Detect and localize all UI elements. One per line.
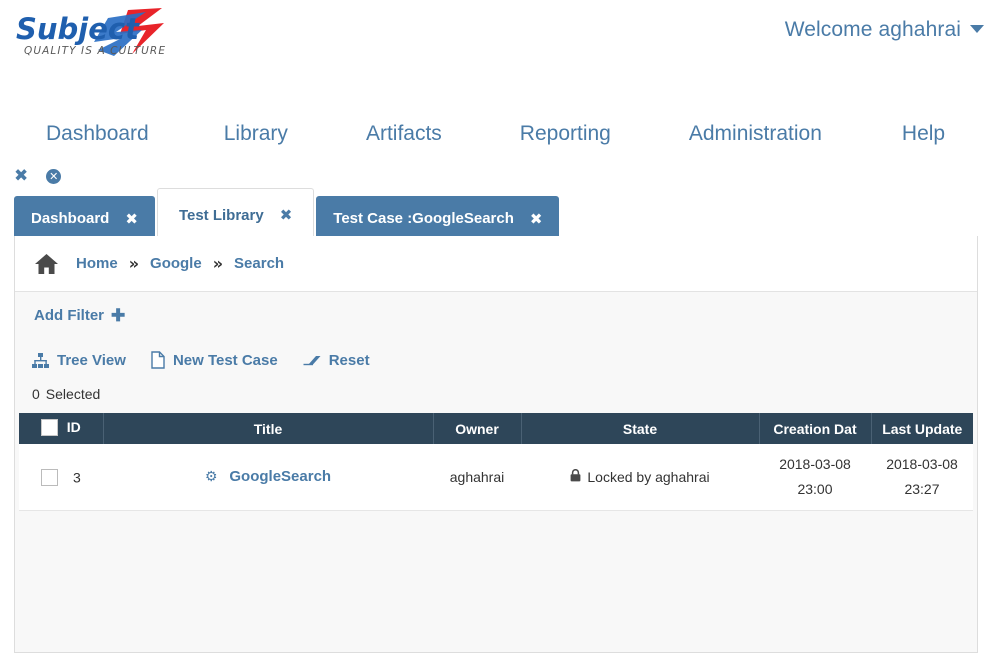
new-test-case-button[interactable]: New Test Case bbox=[151, 351, 278, 369]
row-id-value: 3 bbox=[73, 469, 81, 486]
selection-status: 0 Selected bbox=[15, 382, 977, 406]
tab-label: Dashboard bbox=[31, 210, 110, 227]
nav-item-artifacts[interactable]: Artifacts bbox=[366, 122, 442, 146]
tree-view-label: Tree View bbox=[57, 351, 126, 369]
nav-item-library[interactable]: Library bbox=[224, 122, 288, 146]
column-header-state[interactable]: State bbox=[521, 413, 760, 444]
test-case-table: ID Title Owner State Creation Dat Last U… bbox=[19, 413, 973, 511]
brand-wordmark: Subject bbox=[16, 12, 140, 46]
home-icon[interactable] bbox=[34, 253, 59, 275]
breadcrumb-item-search[interactable]: Search bbox=[234, 255, 284, 272]
new-test-case-label: New Test Case bbox=[172, 351, 278, 369]
tab-strip-tools: ✖ ✕ bbox=[14, 165, 62, 187]
column-header-title[interactable]: Title bbox=[103, 413, 434, 444]
main-navigation: Dashboard Library Artifacts Reporting Ad… bbox=[0, 105, 1000, 163]
breadcrumb: Home » Google » Search bbox=[15, 236, 977, 292]
tree-view-icon bbox=[32, 352, 49, 368]
close-other-tabs-icon[interactable]: ✕ bbox=[46, 168, 62, 184]
table-header-row: ID Title Owner State Creation Dat Last U… bbox=[19, 413, 973, 444]
tree-view-button[interactable]: Tree View bbox=[32, 352, 126, 369]
caret-down-icon bbox=[970, 25, 984, 33]
table-header: ID Title Owner State Creation Dat Last U… bbox=[19, 413, 973, 444]
column-header-creation-date[interactable]: Creation Dat bbox=[759, 413, 872, 444]
action-bar: Tree View New Test Case Reset bbox=[15, 338, 977, 382]
tab-dashboard[interactable]: Dashboard ✖ bbox=[14, 196, 155, 241]
creation-date-value: 2018-03-08 bbox=[779, 456, 851, 473]
last-update-date-value: 2018-03-08 bbox=[886, 456, 958, 473]
tab-label: Test Library bbox=[178, 206, 264, 224]
tab-test-library[interactable]: Test Library ✖ bbox=[156, 188, 315, 241]
plus-icon: ✚ bbox=[111, 305, 126, 325]
selected-count: 0 bbox=[32, 386, 40, 402]
tab-close-icon[interactable]: ✖ bbox=[280, 206, 293, 224]
tab-list: Dashboard ✖ Test Library ✖ Test Case :Go… bbox=[14, 188, 561, 241]
eraser-icon bbox=[303, 354, 321, 367]
test-case-link[interactable]: GoogleSearch bbox=[229, 468, 331, 485]
table-row[interactable]: 3 ⚙ GoogleSearch aghahrai Locked by agha… bbox=[19, 444, 973, 511]
row-select-checkbox[interactable] bbox=[41, 468, 59, 486]
close-all-tabs-icon[interactable]: ✖ bbox=[14, 167, 28, 185]
breadcrumb-item-google[interactable]: Google bbox=[150, 255, 202, 272]
select-all-checkbox[interactable] bbox=[40, 418, 58, 436]
table-body: 3 ⚙ GoogleSearch aghahrai Locked by agha… bbox=[19, 444, 973, 511]
welcome-label: Welcome aghahrai bbox=[784, 18, 961, 41]
filter-bar: Add Filter ✚ bbox=[15, 292, 977, 338]
tab-test-case-googlesearch[interactable]: Test Case :GoogleSearch ✖ bbox=[316, 196, 560, 241]
cell-owner: aghahrai bbox=[433, 444, 521, 511]
tab-close-icon[interactable]: ✖ bbox=[125, 210, 138, 228]
lock-icon bbox=[570, 468, 581, 485]
reset-label: Reset bbox=[328, 351, 370, 369]
selected-label: Selected bbox=[45, 386, 101, 402]
gear-icon[interactable]: ⚙ bbox=[205, 469, 218, 485]
page-header: Subject QUALITY IS A CULTURE Welcome agh… bbox=[0, 0, 1000, 105]
cell-creation-date: 2018-03-08 23:00 bbox=[759, 444, 871, 511]
last-update-time-value: 23:27 bbox=[904, 480, 940, 497]
creation-time-value: 23:00 bbox=[797, 480, 833, 497]
cell-title: ⚙ GoogleSearch bbox=[103, 444, 433, 511]
column-header-id-label: ID bbox=[66, 419, 81, 435]
breadcrumb-item-home[interactable]: Home bbox=[76, 255, 118, 272]
state-label: Locked by aghahrai bbox=[587, 468, 710, 485]
breadcrumb-separator-icon: » bbox=[212, 254, 224, 273]
test-case-table-wrapper: ID Title Owner State Creation Dat Last U… bbox=[19, 413, 973, 511]
cell-last-update: 2018-03-08 23:27 bbox=[871, 444, 973, 511]
reset-button[interactable]: Reset bbox=[303, 352, 370, 369]
breadcrumb-separator-icon: » bbox=[128, 254, 140, 273]
column-header-id[interactable]: ID bbox=[19, 413, 104, 444]
column-header-owner[interactable]: Owner bbox=[433, 413, 522, 444]
content-panel: Home » Google » Search Add Filter ✚ Tree… bbox=[14, 236, 978, 653]
new-document-icon bbox=[151, 351, 165, 369]
brand-logo[interactable]: Subject QUALITY IS A CULTURE bbox=[12, 6, 202, 64]
tab-label: Test Case :GoogleSearch bbox=[333, 210, 514, 227]
nav-item-administration[interactable]: Administration bbox=[689, 122, 822, 146]
add-filter-label: Add Filter bbox=[34, 306, 104, 324]
tab-close-icon[interactable]: ✖ bbox=[530, 210, 543, 228]
tab-strip: ✖ ✕ Dashboard ✖ Test Library ✖ Test Case… bbox=[0, 163, 1000, 241]
brand-tagline: QUALITY IS A CULTURE bbox=[24, 45, 166, 57]
column-header-last-update[interactable]: Last Update bbox=[871, 413, 973, 444]
nav-item-help[interactable]: Help bbox=[902, 122, 945, 146]
add-filter-button[interactable]: Add Filter ✚ bbox=[34, 307, 125, 324]
nav-item-reporting[interactable]: Reporting bbox=[520, 122, 611, 146]
cell-state: Locked by aghahrai bbox=[521, 444, 759, 511]
cell-id: 3 bbox=[19, 444, 103, 511]
nav-item-dashboard[interactable]: Dashboard bbox=[46, 122, 149, 146]
user-menu[interactable]: Welcome aghahrai bbox=[785, 18, 984, 42]
